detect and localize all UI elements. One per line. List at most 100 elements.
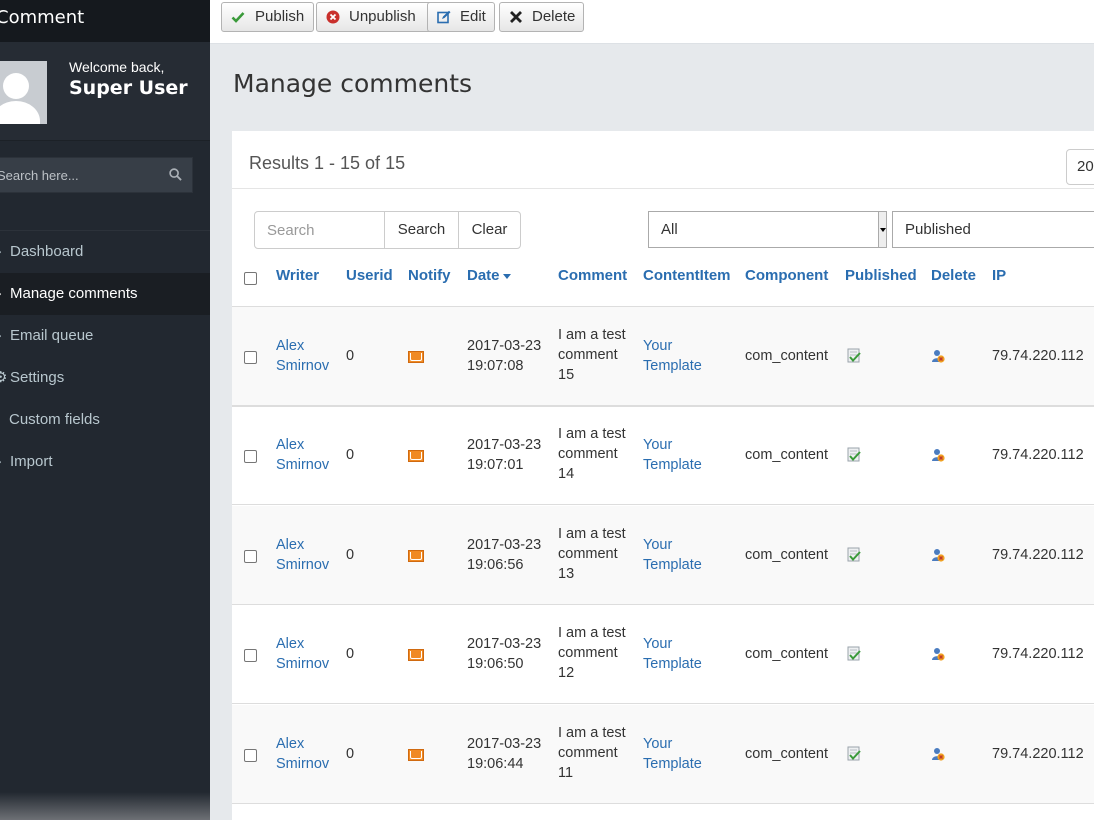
search-button[interactable]: Search — [384, 211, 459, 249]
ip-cell: 79.74.220.112 — [992, 348, 1084, 364]
sidebar-item-dashboard[interactable]: › Dashboard — [0, 231, 210, 273]
component-filter-value: All — [661, 221, 678, 238]
delete-user-icon[interactable] — [931, 548, 945, 562]
publish-button[interactable]: Publish — [221, 2, 314, 32]
userid-cell: 0 — [346, 547, 355, 563]
delete-user-icon[interactable] — [931, 448, 945, 462]
content-item-link[interactable]: Your Template — [643, 336, 702, 376]
notify-mail-icon[interactable] — [408, 450, 424, 462]
row-checkbox[interactable] — [244, 550, 257, 563]
content-item-link[interactable]: Your Template — [643, 634, 702, 674]
component-filter-select[interactable]: All — [648, 211, 887, 248]
dashboard-icon: › — [0, 231, 4, 273]
filter-search-input[interactable] — [254, 211, 385, 249]
column-header-date[interactable]: Date — [467, 267, 511, 284]
content-item-link[interactable]: Your Template — [643, 435, 702, 475]
comment-line: 12 — [558, 665, 575, 681]
delete-user-icon[interactable] — [931, 647, 945, 661]
date-cell: 2017-03-23 19:06:44 — [467, 734, 541, 774]
published-check-icon[interactable] — [847, 348, 861, 363]
writer-first-name: Alex — [276, 636, 305, 652]
content-item-line: Your — [643, 636, 673, 652]
comment-line: I am a test — [558, 625, 626, 641]
comment-cell: I am a test comment 11 — [558, 723, 626, 783]
comment-line: comment — [558, 446, 618, 462]
sidebar: Comment Welcome back, Super User › Dashbo… — [0, 0, 210, 820]
column-header-component[interactable]: Component — [745, 267, 828, 284]
column-header-contentitem[interactable]: ContentItem — [643, 267, 731, 284]
table-row: Alex Smirnov 0 2017-03-23 19:07:08 I am a tes… — [232, 307, 1094, 406]
column-header-userid[interactable]: Userid — [346, 267, 393, 284]
clear-button[interactable]: Clear — [458, 211, 521, 249]
avatar — [0, 61, 47, 124]
content-item-link[interactable]: Your Template — [643, 535, 702, 575]
state-filter-select[interactable]: Published — [892, 211, 1094, 248]
published-check-icon[interactable] — [847, 646, 861, 661]
sidebar-item-import[interactable]: › Import — [0, 441, 210, 483]
select-all-checkbox[interactable] — [244, 272, 257, 285]
settings-icon: ⚙ — [0, 369, 8, 386]
published-check-icon[interactable] — [847, 746, 861, 761]
app-logo-text[interactable]: Comment — [0, 7, 84, 28]
content-item-line: Template — [643, 457, 702, 473]
column-header-notify[interactable]: Notify — [408, 267, 451, 284]
column-header-date-label: Date — [467, 267, 500, 284]
notify-mail-icon[interactable] — [408, 749, 424, 761]
chevron-down-icon — [878, 212, 886, 247]
time-value: 19:06:44 — [467, 756, 524, 772]
delete-button[interactable]: Delete — [499, 2, 584, 32]
sidebar-item-settings[interactable]: ⚙ Settings — [0, 357, 210, 399]
published-check-icon[interactable] — [847, 547, 861, 562]
content-item-line: Template — [643, 358, 702, 374]
state-filter-value: Published — [905, 221, 971, 238]
panel-divider — [232, 188, 1094, 189]
edit-button[interactable]: Edit — [427, 2, 495, 32]
content-item-line: Your — [643, 537, 673, 553]
writer-last-name: Smirnov — [276, 457, 330, 473]
row-checkbox[interactable] — [244, 749, 257, 762]
content-item-link[interactable]: Your Template — [643, 734, 702, 774]
column-header-comment[interactable]: Comment — [558, 267, 627, 284]
date-cell: 2017-03-23 19:07:08 — [467, 336, 541, 376]
sidebar-item-custom-fields[interactable]: Custom fields — [0, 399, 210, 441]
delete-user-icon[interactable] — [931, 747, 945, 761]
sidebar-item-manage-comments[interactable]: › Manage comments — [0, 273, 210, 315]
comment-line: comment — [558, 546, 618, 562]
notify-mail-icon[interactable] — [408, 351, 424, 363]
column-header-writer[interactable]: Writer — [276, 267, 319, 284]
content-item-line: Template — [643, 656, 702, 672]
column-header-ip[interactable]: IP — [992, 267, 1006, 284]
writer-link[interactable]: Alex Smirnov — [276, 734, 329, 774]
writer-last-name: Smirnov — [276, 358, 330, 374]
component-cell: com_content — [745, 646, 829, 662]
unpublish-button[interactable]: Unpublish — [316, 2, 434, 32]
notify-mail-icon[interactable] — [408, 550, 424, 562]
notify-mail-icon[interactable] — [408, 649, 424, 661]
writer-link[interactable]: Alex Smirnov — [276, 336, 329, 376]
results-count: Results 1 - 15 of 15 — [249, 153, 406, 173]
row-checkbox[interactable] — [244, 450, 257, 463]
delete-user-icon[interactable] — [931, 349, 945, 363]
sidebar-search-input[interactable] — [0, 158, 162, 192]
brand-bar: Comment — [0, 0, 210, 42]
comment-line: comment — [558, 347, 618, 363]
content-item-line: Template — [643, 557, 702, 573]
welcome-text: Welcome back, — [69, 59, 165, 75]
column-header-published[interactable]: Published — [845, 267, 917, 284]
list-limit-select[interactable]: 20 — [1066, 149, 1094, 185]
column-header-delete[interactable]: Delete — [931, 267, 976, 284]
row-divider — [232, 405, 1094, 407]
sidebar-item-email-queue[interactable]: › Email queue — [0, 315, 210, 357]
writer-link[interactable]: Alex Smirnov — [276, 634, 329, 674]
writer-link[interactable]: Alex Smirnov — [276, 535, 329, 575]
writer-first-name: Alex — [276, 338, 305, 354]
row-checkbox[interactable] — [244, 351, 257, 364]
writer-link[interactable]: Alex Smirnov — [276, 435, 329, 475]
search-icon[interactable] — [169, 168, 182, 181]
published-check-icon[interactable] — [847, 447, 861, 462]
component-cell: com_content — [745, 547, 829, 563]
content-item-line: Your — [643, 437, 673, 453]
sidebar-footer-fade — [0, 792, 210, 820]
row-checkbox[interactable] — [244, 649, 257, 662]
content-item-line: Your — [643, 736, 673, 752]
